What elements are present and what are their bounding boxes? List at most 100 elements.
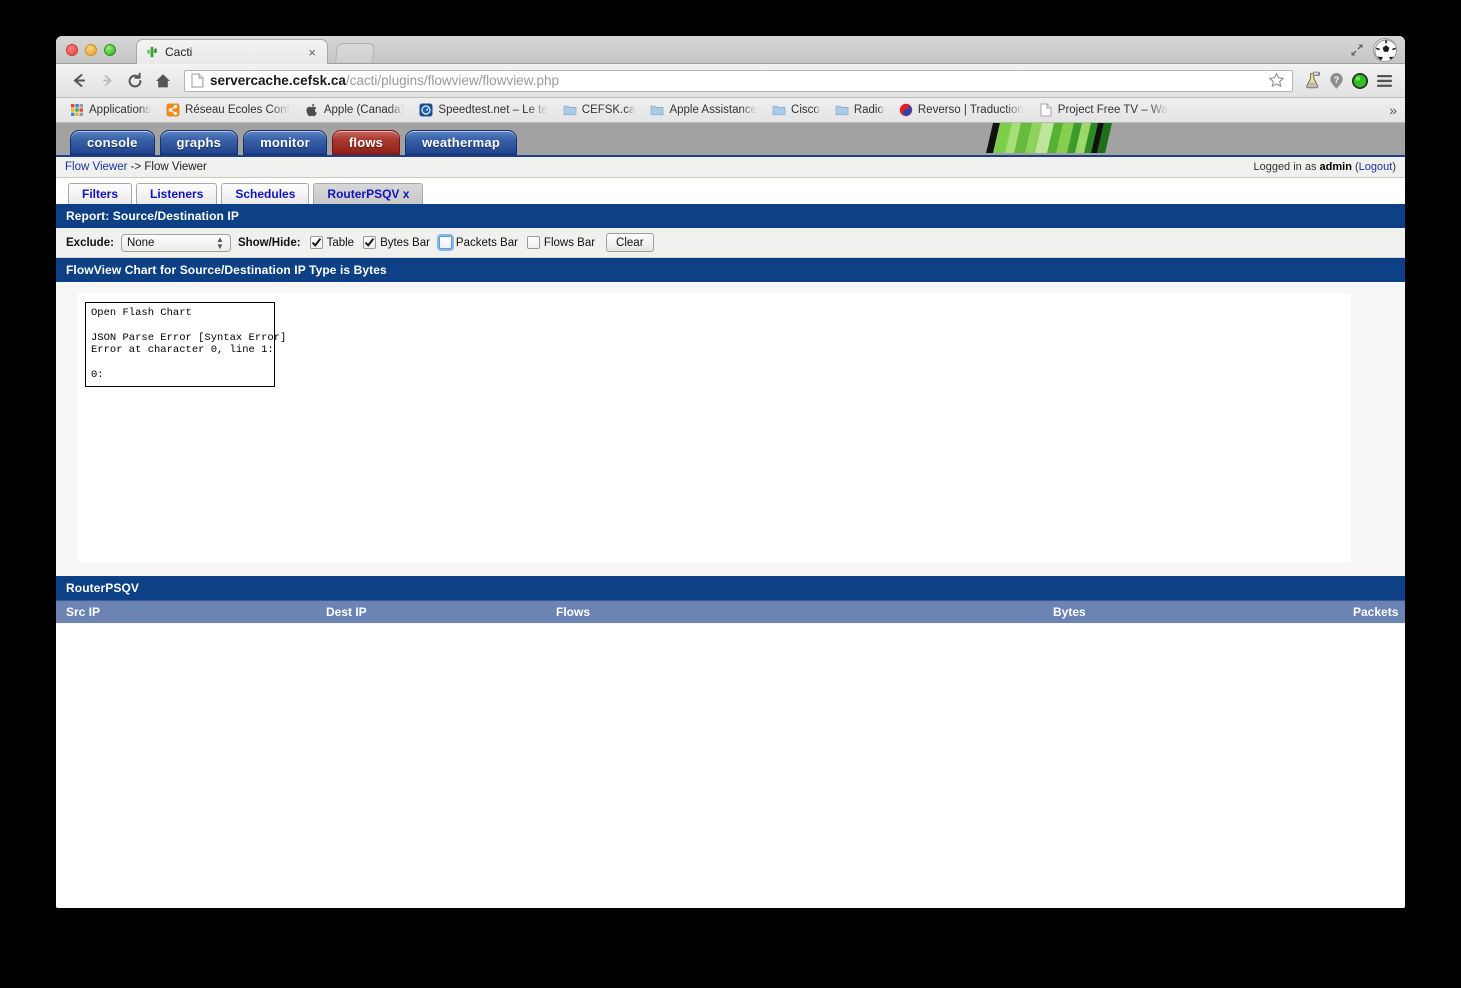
checkbox-flows-bar[interactable] [526,236,540,249]
showhide-label: Show/Hide: [237,236,301,249]
green-status-icon[interactable] [1349,70,1371,92]
bookmark-reseau-ecoles-conf[interactable]: Réseau Écoles Conf [160,101,296,119]
bookmark-apple-canada[interactable]: Apple (Canada) [299,101,411,119]
tab-routerpsqv[interactable]: RouterPSQV x [313,183,424,204]
address-path: /cacti/plugins/flowview/flowview.php [345,73,559,88]
column-header-bytes[interactable]: Bytes [1043,605,1343,619]
logout-close-paren: ) [1392,161,1396,173]
page-icon [1040,103,1052,117]
close-icon[interactable]: × [305,45,319,60]
tab-listeners[interactable]: Listeners [136,183,218,204]
hamburger-menu-icon[interactable] [1373,70,1395,92]
browser-tab-strip: Cacti × [56,36,1405,64]
folder-icon [651,105,664,116]
bookmark-project-free-tv[interactable]: Project Free TV – Wa [1033,101,1174,119]
svg-text:+AD: +AD [1314,72,1321,76]
reload-button[interactable] [122,68,148,94]
clear-button[interactable]: Clear [606,233,654,252]
bookmark-label: CEFSK.ca [581,104,636,116]
column-header-src-ip[interactable]: Src IP [56,605,316,619]
bookmark-label: Project Free TV – Wa [1057,104,1168,116]
results-table-title: RouterPSQV [56,576,1405,600]
checkbox-label-table: Table [326,236,355,249]
reverso-icon [899,103,913,117]
bookmarks-overflow-button[interactable]: » [1389,102,1397,118]
checkbox-group-bytes-bar[interactable]: Bytes Bar [363,236,430,249]
bookmark-speedtest[interactable]: Speedtest.net – Le te [413,101,553,119]
checkbox-group-packets-bar[interactable]: Packets Bar [438,236,518,249]
select-arrows-icon: ▲ ▼ [216,234,224,251]
star-icon[interactable] [1264,70,1288,92]
speedtest-icon [419,103,433,117]
soccer-ball-avatar[interactable] [1373,38,1397,62]
bookmark-radio[interactable]: Radio [829,101,890,119]
nav-tab-console[interactable]: console [70,130,155,155]
nav-tab-monitor[interactable]: monitor [243,130,327,155]
checkbox-bytes-bar[interactable] [363,236,377,249]
column-header-dest-ip[interactable]: Dest IP [316,605,546,619]
login-prefix: Logged in as [1253,161,1317,173]
column-header-flows[interactable]: Flows [546,605,1043,619]
flask-icon[interactable]: +AD [1301,70,1323,92]
bookmark-apple-assistance[interactable]: Apple Assistance [644,101,763,119]
bookmark-cefsk-ca[interactable]: CEFSK.ca [557,101,642,119]
bookmark-applications[interactable]: Applications [64,101,157,119]
browser-tab[interactable]: Cacti × [136,39,328,64]
bookmark-cisco[interactable]: Cisco [766,101,826,119]
bookmark-label: Applications [89,104,152,116]
breadcrumb-separator: -> [130,161,142,173]
browser-window: Cacti × servercache.cefsk.ca/cacti/plugi… [56,36,1405,908]
close-window-button[interactable] [66,44,78,56]
login-username: admin [1319,161,1352,173]
tab-filters[interactable]: Filters [68,183,133,204]
orange-share-icon [166,103,180,117]
fullscreen-icon[interactable] [1349,42,1365,58]
bookmark-label: Apple (Canada) [323,104,405,116]
address-host: servercache.cefsk.ca [210,73,346,88]
bookmark-label: Cisco [791,104,820,116]
checkbox-group-table[interactable]: Table [309,236,355,249]
exclude-label: Exclude: [66,236,114,249]
back-button[interactable] [66,68,92,94]
svg-text:?: ? [1333,75,1339,85]
window-traffic-lights[interactable] [66,44,116,56]
forward-button[interactable] [94,68,120,94]
new-tab-button[interactable] [335,43,375,62]
bookmark-label: Radio [853,104,884,116]
nav-tab-graphs[interactable]: graphs [159,130,239,155]
chart-panel: Open Flash Chart JSON Parse Error [Synta… [56,282,1405,576]
minimize-window-button[interactable] [85,44,97,56]
nav-tab-weathermap[interactable]: weathermap [405,130,517,155]
report-header: Report: Source/Destination IP [56,204,1405,228]
flowview-tab-bar: Filters Listeners Schedules RouterPSQV x [56,178,1405,204]
browser-toolbar: servercache.cefsk.ca/cacti/plugins/flowv… [56,64,1405,98]
checkbox-packets-bar[interactable] [438,236,452,249]
logout-link[interactable]: Logout [1359,161,1393,173]
bookmark-label: Speedtest.net – Le te [438,104,548,116]
maximize-window-button[interactable] [104,44,116,56]
breadcrumb: Flow Viewer -> Flow Viewer [65,161,207,173]
cacti-page: console graphs monitor flows weathermap [56,123,1405,908]
breadcrumb-bar: Flow Viewer -> Flow Viewer Logged in as … [56,157,1405,178]
bookmark-label: Reverso | Traduction [917,104,1024,116]
checkbox-label-flows-bar: Flows Bar [543,236,596,249]
exclude-select[interactable]: None ▲ ▼ [120,233,231,252]
address-bar[interactable]: servercache.cefsk.ca/cacti/plugins/flowv… [184,69,1293,92]
login-status: Logged in as admin (Logout) [1253,161,1396,173]
bookmark-label: Apple Assistance [669,104,758,116]
cacti-logo-banner [971,123,1159,153]
checkbox-label-bytes-bar: Bytes Bar [380,236,430,249]
breadcrumb-link-flow-viewer[interactable]: Flow Viewer [65,161,127,173]
column-header-packets[interactable]: Packets [1343,605,1405,619]
bookmark-reverso[interactable]: Reverso | Traduction [893,101,1030,119]
home-icon[interactable] [150,68,176,94]
checkbox-table[interactable] [309,236,323,249]
checkbox-group-flows-bar[interactable]: Flows Bar [526,236,596,249]
question-pin-icon[interactable]: ? [1325,70,1347,92]
nav-tab-flows[interactable]: flows [331,130,401,155]
chart-header: FlowView Chart for Source/Destination IP… [56,258,1405,282]
tab-schedules[interactable]: Schedules [221,183,310,204]
bookmark-label: Réseau Écoles Conf [185,104,290,116]
folder-icon [563,105,577,116]
address-bar-text: servercache.cefsk.ca/cacti/plugins/flowv… [210,73,559,88]
